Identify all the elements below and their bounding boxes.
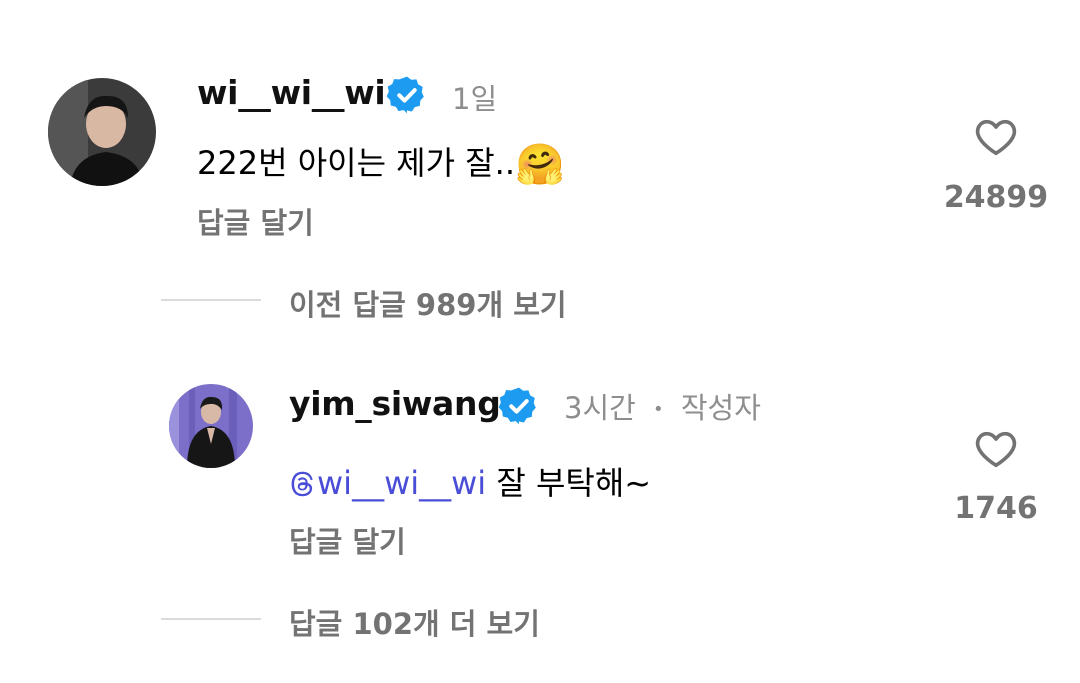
comment-text: 222번 아이는 제가 잘..🤗 — [197, 138, 565, 188]
view-previous-replies-button[interactable]: 이전 답글 989개 보기 — [289, 282, 567, 324]
comment-timestamp: 1일 — [452, 82, 498, 116]
like-count: 24899 — [943, 180, 1049, 215]
profile-photo — [48, 78, 156, 186]
author-label: 작성자 — [680, 391, 761, 425]
mention-link[interactable]: wi__wi__wi — [289, 464, 486, 502]
hugging-face-emoji: 🤗 — [515, 142, 565, 188]
verified-badge-icon — [498, 387, 536, 425]
reply-button[interactable]: 답글 달기 — [197, 200, 314, 242]
like-count: 1746 — [954, 491, 1038, 526]
comment-text-content: 222번 아이는 제가 잘.. — [197, 144, 516, 182]
reply-button[interactable]: 답글 달기 — [289, 519, 406, 561]
reply-meta: 3시간 • 작성자 — [564, 385, 761, 427]
meta-separator: • — [653, 399, 664, 420]
profile-photo — [169, 384, 253, 468]
heart-icon[interactable] — [973, 426, 1019, 472]
reply-text: wi__wi__wi 잘 부탁해~ — [289, 458, 651, 504]
reply-timestamp: 3시간 — [564, 391, 636, 425]
heart-icon[interactable] — [973, 114, 1019, 160]
reply-username[interactable]: yim_siwang — [289, 384, 501, 423]
verified-badge-icon — [386, 76, 424, 114]
avatar-yim-siwang[interactable] — [169, 384, 253, 468]
threads-icon — [291, 471, 313, 497]
avatar-wi-wi-wi[interactable] — [48, 78, 156, 186]
reply-text-content: 잘 부탁해~ — [496, 464, 652, 502]
comment-username[interactable]: wi__wi__wi — [197, 73, 386, 112]
mention-username: wi__wi__wi — [317, 464, 487, 502]
view-more-replies-button[interactable]: 답글 102개 더 보기 — [289, 601, 540, 643]
thread-divider — [161, 618, 261, 620]
thread-divider — [161, 299, 261, 301]
